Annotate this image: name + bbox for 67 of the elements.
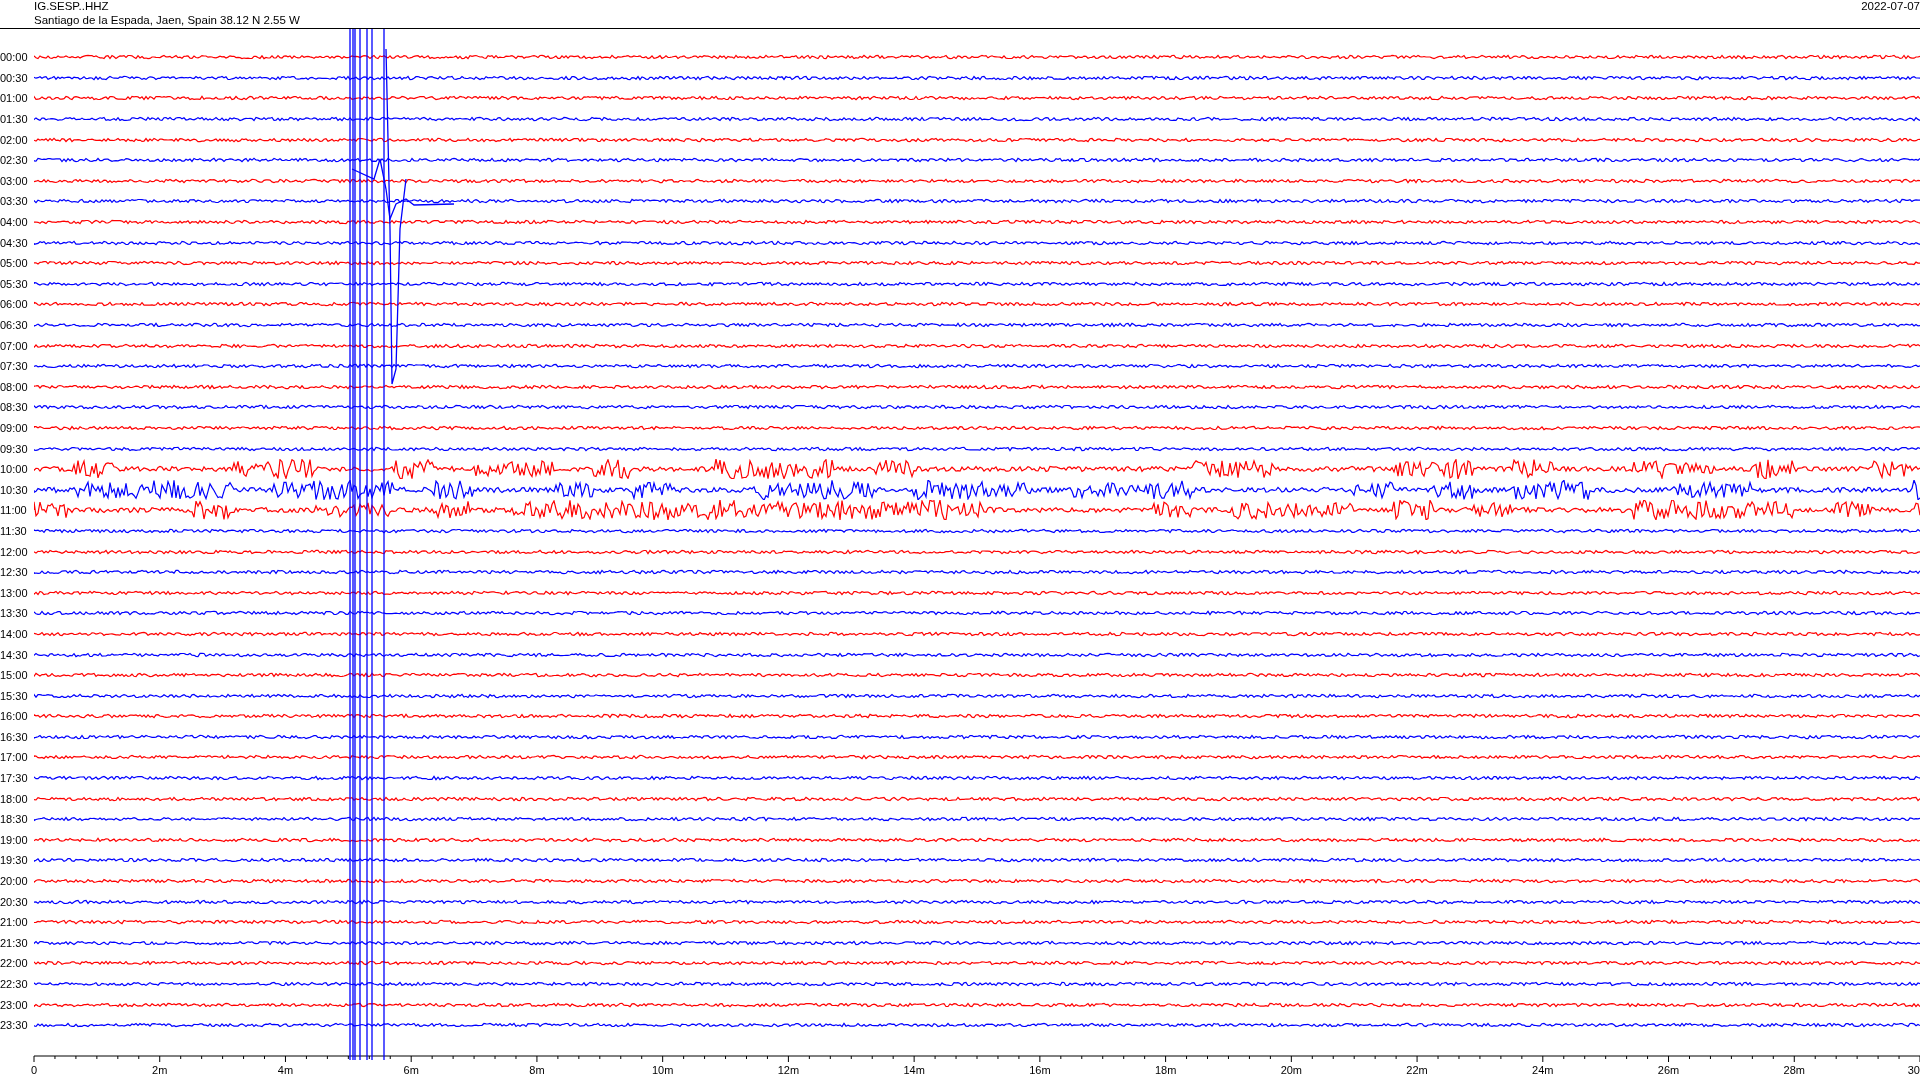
- date-label: 2022-07-07: [1861, 0, 1920, 14]
- tick-label: 26m: [1657, 1063, 1680, 1076]
- time-label: 15:00: [0, 669, 29, 682]
- tick-label: 0: [30, 1063, 38, 1076]
- time-label: 20:30: [0, 895, 29, 908]
- time-label: 01:00: [0, 92, 29, 105]
- time-label: 17:30: [0, 772, 29, 785]
- time-label: 17:00: [0, 751, 29, 764]
- time-label: 05:00: [0, 257, 29, 270]
- station-location: Santiago de la Espada, Jaen, Spain 38.12 N 2.55 W: [34, 13, 300, 27]
- time-label: 19:30: [0, 854, 29, 867]
- time-label: 21:30: [0, 936, 29, 949]
- time-label: 04:30: [0, 236, 29, 249]
- time-label: 15:30: [0, 689, 29, 702]
- time-label: 05:30: [0, 277, 29, 290]
- station-code: IG.SESP..HHZ: [34, 0, 110, 14]
- time-label: 11:30: [0, 524, 28, 537]
- time-label: 18:00: [0, 792, 29, 805]
- time-label: 20:00: [0, 875, 29, 888]
- time-label: 07:30: [0, 360, 29, 373]
- tick-label: 28m: [1783, 1063, 1805, 1076]
- time-label: 12:00: [0, 545, 29, 558]
- tick-label: 8m: [529, 1063, 545, 1076]
- time-label: 14:00: [0, 627, 29, 640]
- time-label: 02:00: [0, 133, 29, 146]
- tick-label: 18m: [1154, 1063, 1177, 1076]
- time-label: 16:00: [0, 710, 29, 723]
- tick-label: 30: [1907, 1063, 1920, 1076]
- time-label: 22:30: [0, 978, 29, 990]
- time-label: 23:30: [0, 1019, 29, 1032]
- tick-label: 12m: [777, 1063, 800, 1076]
- time-label: 03:30: [0, 195, 29, 208]
- time-label: 19:00: [0, 833, 29, 846]
- time-label: 22:00: [0, 957, 29, 970]
- time-label: 06:00: [0, 298, 29, 311]
- time-label: 02:30: [0, 154, 29, 167]
- time-label: 23:00: [0, 998, 29, 1011]
- tick-label: 22m: [1406, 1063, 1428, 1076]
- time-label: 01:30: [0, 113, 29, 126]
- tick-label: 14m: [903, 1063, 925, 1076]
- time-label: 00:30: [0, 71, 29, 84]
- tick-label: 2m: [152, 1063, 168, 1076]
- time-label: 10:00: [0, 463, 29, 476]
- tick-label: 4m: [277, 1063, 294, 1076]
- time-label: 03:00: [0, 174, 29, 187]
- tick-label: 6m: [403, 1063, 419, 1076]
- time-label: 09:30: [0, 442, 29, 455]
- time-label: 00:00: [0, 51, 29, 64]
- time-label: 13:30: [0, 607, 29, 620]
- time-label: 14:30: [0, 648, 29, 661]
- time-label: 06:30: [0, 319, 29, 331]
- time-label: 11:00: [0, 504, 28, 517]
- time-label: 21:00: [0, 916, 29, 929]
- time-label: 13:00: [0, 586, 29, 599]
- time-label: 12:30: [0, 566, 29, 579]
- time-label: 09:00: [0, 422, 29, 434]
- tick-label: 10m: [651, 1063, 674, 1076]
- time-label: 08:00: [0, 380, 29, 393]
- tick-label: 16m: [1029, 1063, 1051, 1076]
- tick-label: 24m: [1532, 1063, 1554, 1076]
- time-label: 10:30: [0, 483, 29, 496]
- time-label: 18:30: [0, 813, 29, 826]
- time-label: 04:00: [0, 216, 29, 229]
- tick-label: 20m: [1280, 1063, 1303, 1076]
- time-label: 07:00: [0, 339, 29, 352]
- time-label: 16:30: [0, 730, 29, 743]
- time-label: 08:30: [0, 401, 29, 414]
